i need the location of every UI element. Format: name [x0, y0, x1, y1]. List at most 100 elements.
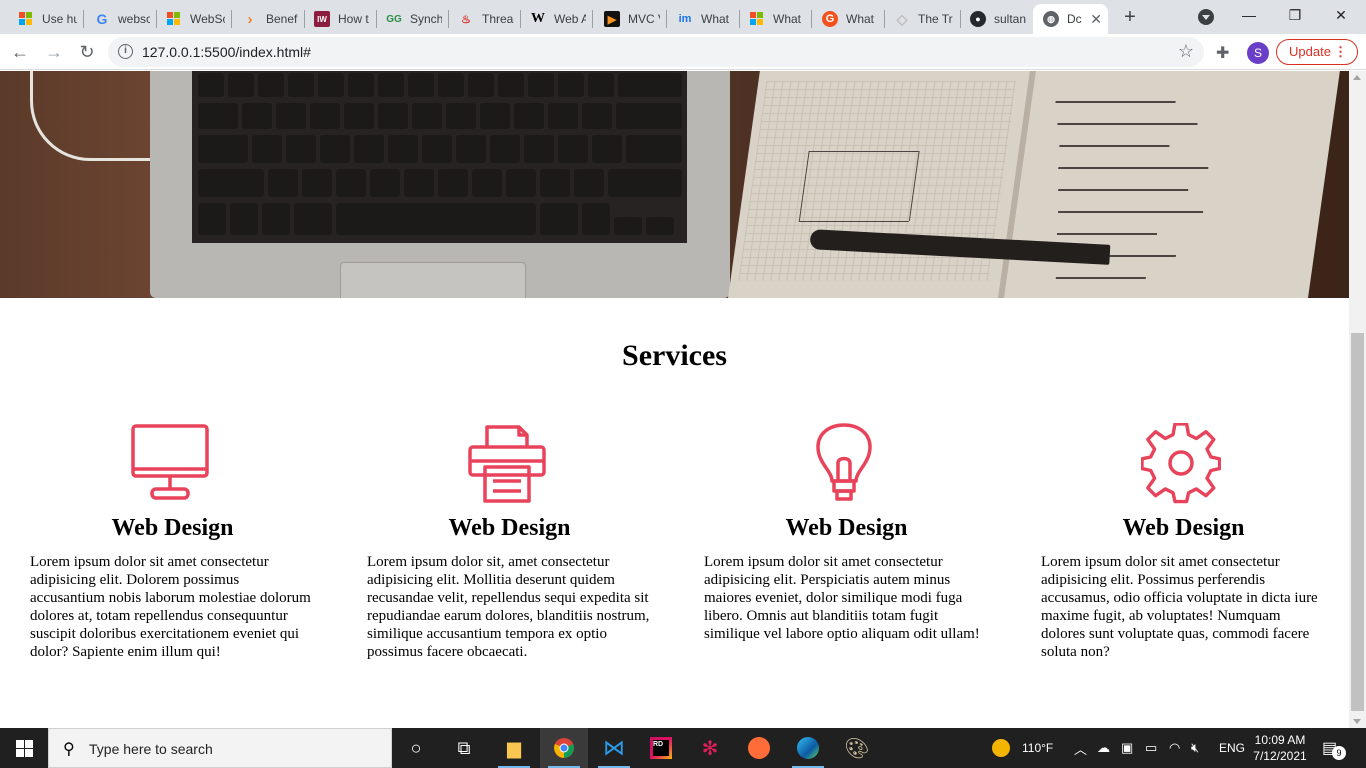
volume-muted-icon[interactable]: 🔇︎	[1191, 728, 1199, 768]
tab-11[interactable]: G What	[812, 4, 884, 34]
url-text[interactable]: 127.0.0.1:5500/index.html#	[142, 44, 311, 60]
update-button[interactable]: Update ⋮	[1276, 39, 1358, 65]
search-placeholder: Type here to search	[89, 741, 213, 757]
gfg-logo-icon: GG	[386, 13, 402, 25]
wikipedia-icon: W	[531, 11, 545, 26]
update-label: Update	[1289, 44, 1331, 59]
action-center-tray-icon[interactable]: ▣	[1121, 728, 1133, 768]
notification-count: 9	[1332, 746, 1346, 760]
windows-taskbar: ⚲ Type here to search ○ ⧉ ▆ ⋈ RD ✻ 🎨︎ 11…	[0, 728, 1366, 768]
battery-icon[interactable]: ▭	[1145, 728, 1157, 768]
tab-7[interactable]: W Web A	[520, 4, 592, 34]
file-explorer-icon[interactable]: ▆	[490, 728, 538, 768]
play-logo-icon: ▶	[604, 11, 620, 27]
tab-strip: Use hu G websc WebSc › Benefi IW How t G…	[0, 0, 1366, 34]
scrollbar-thumb[interactable]	[1351, 333, 1364, 711]
bookmark-star-icon[interactable]: ☆	[1178, 41, 1194, 62]
new-tab-button[interactable]: +	[1118, 6, 1142, 30]
close-window-button[interactable]: ✕	[1318, 4, 1364, 28]
notification-center-button[interactable]: ▤ 9	[1322, 738, 1346, 760]
rider-icon[interactable]: RD	[637, 728, 685, 768]
paint-icon[interactable]: 🎨︎	[833, 728, 881, 768]
tab-14-active[interactable]: ◍ Dc ✕	[1033, 4, 1108, 34]
tab-8[interactable]: ▶ MVC V	[594, 4, 666, 34]
show-hidden-icons-icon[interactable]: ︿	[1074, 728, 1087, 768]
service-title: Web Design	[111, 515, 234, 541]
extensions-puzzle-icon[interactable]: ✚	[1216, 43, 1229, 63]
tab-6[interactable]: ♨ Threac	[448, 4, 520, 34]
tab-0[interactable]: Use hu	[8, 4, 83, 34]
microsoft-icon	[18, 11, 34, 27]
sun-icon	[992, 739, 1010, 757]
cable-decoration	[30, 71, 150, 161]
service-description: Lorem ipsum dolor sit, amet consectetur …	[367, 554, 650, 660]
tab-9[interactable]: im What	[667, 4, 739, 34]
im-logo-icon: im	[678, 13, 692, 25]
language-indicator[interactable]: ENG	[1219, 728, 1245, 768]
windows-logo-icon	[16, 740, 24, 748]
slack-icon[interactable]: ✻	[686, 728, 734, 768]
tab-5[interactable]: GG Synchi	[376, 4, 448, 34]
edge-icon[interactable]	[784, 728, 832, 768]
site-info-icon[interactable]: i	[118, 44, 133, 59]
service-description: Lorem ipsum dolor sit amet consectetur a…	[704, 554, 980, 642]
trackpad-illustration	[340, 262, 526, 298]
minimize-button[interactable]: —	[1226, 4, 1272, 28]
tab-title: What	[773, 12, 802, 26]
tab-title: MVC V	[628, 12, 660, 26]
vscode-icon[interactable]: ⋈	[590, 728, 638, 768]
forward-icon[interactable]: →	[42, 40, 66, 64]
monitor-icon	[130, 423, 210, 505]
tab-2[interactable]: WebSc	[156, 4, 231, 34]
tab-3[interactable]: › Benefi	[232, 4, 304, 34]
scroll-up-arrow-icon[interactable]	[1353, 75, 1361, 80]
tab-title: What	[846, 12, 875, 26]
services-heading: Services	[622, 339, 727, 372]
tab-title: Synchi	[410, 12, 442, 26]
taskbar-search-box[interactable]: ⚲ Type here to search	[48, 728, 392, 768]
hero-image	[0, 71, 1349, 298]
tab-title: What	[701, 12, 730, 26]
service-description: Lorem ipsum dolor sit amet consectetur a…	[30, 554, 311, 660]
printer-icon	[467, 423, 547, 505]
page-scrollbar[interactable]	[1349, 71, 1366, 728]
start-button[interactable]	[0, 728, 48, 768]
g-circle-icon: G	[822, 11, 838, 27]
notebook-illustration	[728, 71, 1340, 298]
tab-4[interactable]: IW How t	[304, 4, 376, 34]
tab-13[interactable]: ● sultan	[960, 4, 1032, 34]
keyboard-illustration	[192, 71, 687, 243]
task-view-icon[interactable]: ⧉	[440, 728, 488, 768]
reload-icon[interactable]: ↻	[75, 40, 99, 64]
address-bar[interactable]: i 127.0.0.1:5500/index.html# ☆	[108, 37, 1204, 67]
tab-12[interactable]: ◇ The Tr	[884, 4, 960, 34]
page-viewport: Services Web Design Lorem ipsum dolor si…	[0, 71, 1349, 728]
github-icon: ●	[970, 11, 986, 27]
flame-icon: ♨	[461, 13, 471, 26]
cortana-icon[interactable]: ○	[392, 728, 440, 768]
tab-search-icon[interactable]	[1198, 9, 1214, 25]
service-title: Web Design	[448, 515, 571, 541]
tab-title: The Tr	[918, 12, 953, 26]
weather-widget[interactable]: 110°F	[992, 728, 1053, 768]
profile-avatar[interactable]: S	[1247, 42, 1269, 64]
maximize-button[interactable]: ❐	[1272, 4, 1318, 28]
weather-temp: 110°F	[1022, 741, 1054, 755]
tab-title: How t	[338, 12, 369, 26]
system-clock[interactable]: 10:09 AM 7/12/2021	[1250, 732, 1310, 764]
scroll-down-arrow-icon[interactable]	[1353, 719, 1361, 724]
service-title: Web Design	[1122, 515, 1245, 541]
postman-icon[interactable]	[735, 728, 783, 768]
menu-dots-icon: ⋮	[1334, 44, 1347, 59]
chrome-icon[interactable]	[540, 728, 588, 768]
back-icon[interactable]: ←	[8, 40, 32, 64]
wifi-icon[interactable]: ◠	[1169, 728, 1180, 768]
tab-1[interactable]: G websc	[84, 4, 156, 34]
onedrive-cloud-icon[interactable]: ☁	[1097, 728, 1110, 768]
close-tab-icon[interactable]: ✕	[1084, 11, 1102, 28]
diamond-icon: ◇	[896, 10, 908, 27]
service-title: Web Design	[785, 515, 908, 541]
tab-title: sultan	[994, 12, 1026, 26]
tab-10[interactable]: What	[739, 4, 811, 34]
iw-logo-icon: IW	[314, 11, 330, 27]
